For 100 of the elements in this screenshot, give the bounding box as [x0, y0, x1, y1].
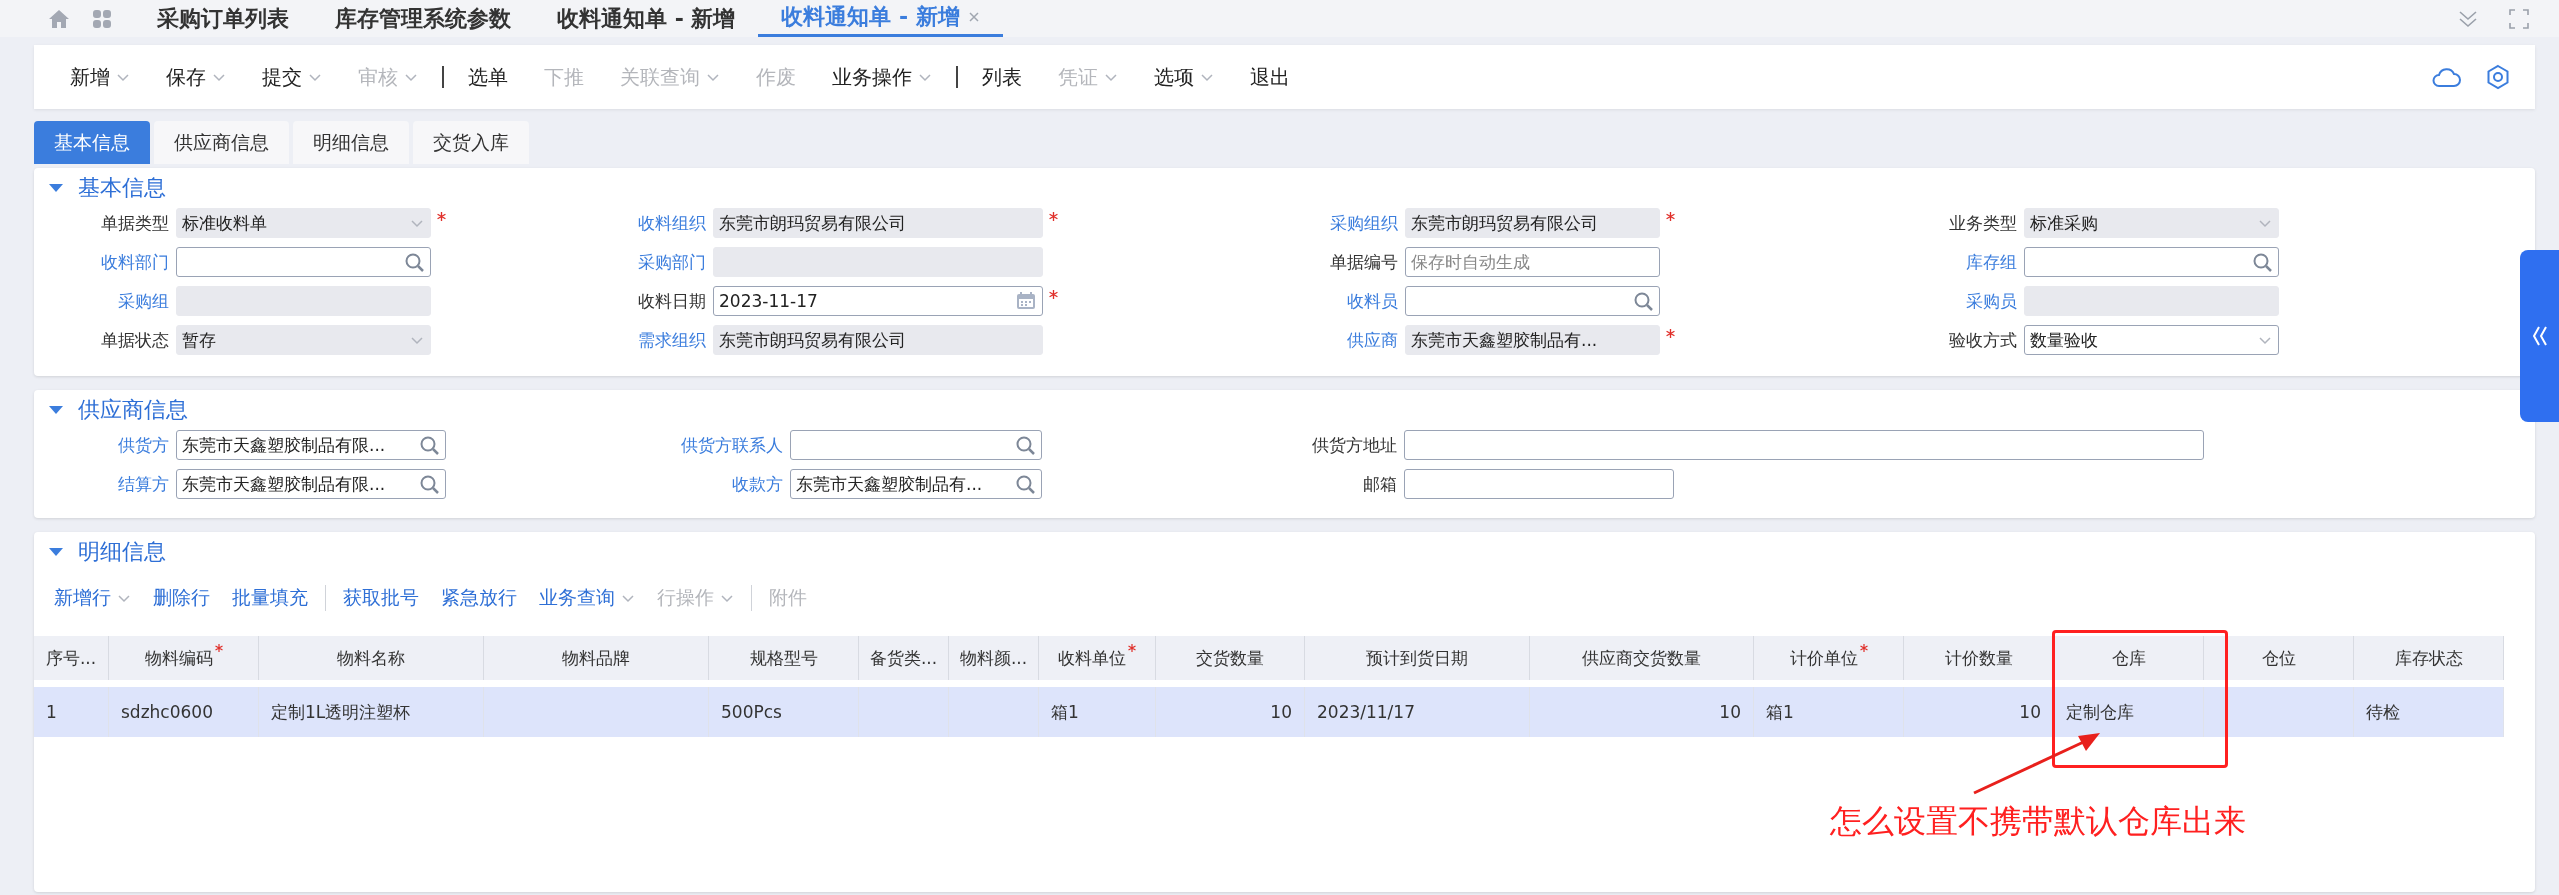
toolbar-button[interactable]: 提交: [244, 57, 340, 97]
toolbar-button[interactable]: 业务操作: [814, 57, 950, 97]
table-cell: 箱1: [1754, 687, 1904, 737]
section-tab[interactable]: 供应商信息: [154, 121, 289, 164]
input-field[interactable]: [1404, 430, 2204, 460]
field-label: 收料日期: [638, 289, 707, 313]
table-cell: 待检: [2354, 687, 2504, 737]
page-tab[interactable]: 库存管理系统参数: [312, 0, 534, 37]
toolbar-button[interactable]: 批量填充: [221, 578, 319, 618]
column-header[interactable]: 库存状态: [2354, 636, 2504, 680]
caret-icon: [706, 71, 720, 83]
page-tab[interactable]: 收料通知单 - 新增: [534, 0, 759, 37]
column-header[interactable]: 计价单位: [1754, 636, 1904, 680]
caret-icon: [308, 71, 322, 83]
cloud-icon: [2431, 66, 2461, 88]
section-title: 基本信息: [78, 174, 166, 202]
fullscreen-icon: [2509, 8, 2529, 29]
table-cell: 定制1L透明注塑杯: [259, 687, 484, 737]
required-icon: [1128, 644, 1136, 652]
input-field[interactable]: [790, 430, 1042, 460]
toolbar-button[interactable]: 选项: [1136, 57, 1232, 97]
collapse-icon: [2457, 8, 2479, 29]
toolbar-button[interactable]: 获取批号: [332, 578, 430, 618]
apps-icon: [92, 8, 112, 29]
caret-icon: [212, 71, 226, 83]
input-field[interactable]: [2024, 247, 2279, 277]
column-header[interactable]: 收料单位: [1039, 636, 1156, 680]
annotation-text: 怎么设置不携带默认仓库出来: [1830, 801, 2246, 842]
column-header[interactable]: 备货类...: [859, 636, 949, 680]
table-cell: sdzhc0600: [109, 687, 259, 737]
column-header[interactable]: 物料品牌: [484, 636, 709, 680]
required-icon: [214, 644, 223, 652]
section-tab[interactable]: 明细信息: [293, 121, 409, 164]
field-link[interactable]: 结算方: [118, 472, 176, 496]
caret-icon: [720, 592, 734, 604]
toolbar-button[interactable]: 退出: [1232, 57, 1308, 97]
search-icon: [2252, 252, 2272, 272]
field-link[interactable]: 供货方联系人: [681, 433, 790, 457]
search-icon: [419, 435, 439, 455]
toolbar-button[interactable]: 紧急放行: [430, 578, 528, 618]
settings-icon: [2485, 64, 2511, 90]
column-header[interactable]: 物料编码: [109, 636, 259, 680]
input-field[interactable]: 东莞市天鑫塑胶制品有限...: [176, 430, 446, 460]
table-cell: 定制仓库: [2054, 687, 2204, 737]
caret-icon: [1104, 71, 1118, 83]
column-header[interactable]: 交货数量: [1156, 636, 1305, 680]
search-icon: [404, 252, 424, 272]
caret-icon: [410, 217, 424, 229]
field-link[interactable]: 收款方: [732, 472, 790, 496]
page-tab[interactable]: 采购订单列表: [134, 0, 312, 37]
toolbar-button[interactable]: 新增行: [43, 578, 142, 618]
caret-icon: [621, 592, 635, 604]
field-link[interactable]: 收料部门: [101, 250, 176, 274]
field-label: 验收方式: [1949, 328, 2018, 352]
input-field[interactable]: [176, 247, 431, 277]
field-link[interactable]: 收料员: [1347, 289, 1405, 313]
close-icon: [967, 11, 980, 23]
input-field[interactable]: 保存时自动生成: [1405, 247, 1660, 277]
input-field[interactable]: [1404, 469, 1674, 499]
search-icon: [419, 474, 439, 494]
field-label: 供货方地址: [1312, 433, 1398, 457]
column-header[interactable]: 仓位: [2204, 636, 2354, 680]
toolbar-button[interactable]: 新增: [52, 57, 148, 97]
search-icon: [1015, 435, 1035, 455]
column-header[interactable]: 序号...: [34, 636, 109, 680]
caret-icon: [918, 71, 932, 83]
toolbar-button[interactable]: 删除行: [142, 578, 221, 618]
input-field[interactable]: 2023-11-17: [713, 286, 1043, 316]
table-cell: 10: [1530, 687, 1754, 737]
toolbar-button[interactable]: 选单: [450, 57, 526, 97]
field-label: 业务类型: [1949, 211, 2018, 235]
input-field[interactable]: 数量验收: [2024, 325, 2279, 355]
toolbar-button[interactable]: 保存: [148, 57, 244, 97]
home-icon: [48, 8, 70, 29]
input-field[interactable]: [1405, 286, 1660, 316]
page-tab[interactable]: 收料通知单 - 新增: [758, 0, 1003, 37]
toolbar-button[interactable]: 列表: [964, 57, 1040, 97]
search-icon: [1633, 291, 1653, 311]
collapse-handle[interactable]: [2520, 250, 2559, 422]
search-icon: [1015, 474, 1035, 494]
column-header[interactable]: 仓库: [2054, 636, 2204, 680]
input-field[interactable]: 东莞市天鑫塑胶制品有...: [790, 469, 1042, 499]
section-tab[interactable]: 交货入库: [413, 121, 529, 164]
caret-icon: [410, 334, 424, 346]
table-cell: 2023/11/17: [1305, 687, 1530, 737]
column-header[interactable]: 预计到货日期: [1305, 636, 1530, 680]
section-tab[interactable]: 基本信息: [34, 121, 150, 164]
column-header[interactable]: 物料颜...: [949, 636, 1039, 680]
toolbar-button[interactable]: 业务查询: [528, 578, 646, 618]
caret-icon: [2258, 217, 2272, 229]
field-link[interactable]: 库存组: [1966, 250, 2024, 274]
column-header[interactable]: 供应商交货数量: [1530, 636, 1754, 680]
column-header[interactable]: 规格型号: [709, 636, 859, 680]
field-link[interactable]: 供货方: [118, 433, 176, 457]
required-icon: [1859, 644, 1868, 652]
column-header[interactable]: 物料名称: [259, 636, 484, 680]
double-chevron-icon: [2532, 326, 2547, 346]
column-header[interactable]: 计价数量: [1904, 636, 2054, 680]
section-title: 明细信息: [78, 538, 166, 566]
input-field[interactable]: 东莞市天鑫塑胶制品有限...: [176, 469, 446, 499]
